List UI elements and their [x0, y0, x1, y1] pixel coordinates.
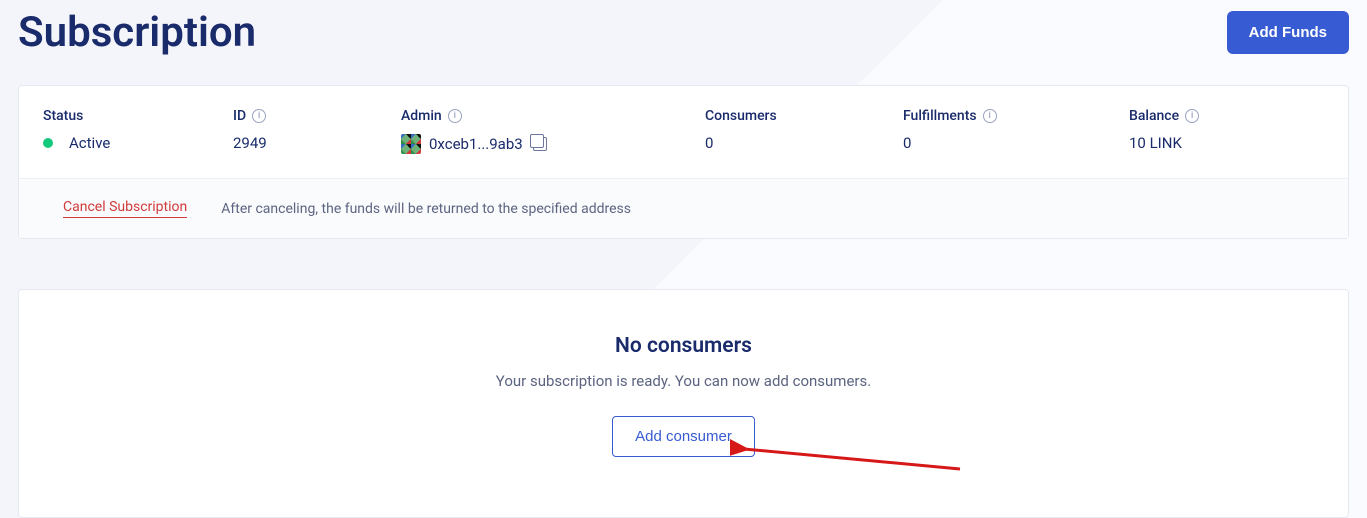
subscription-summary-card: Status Active ID i 2949 Admin: [18, 85, 1349, 239]
page-title: Subscription: [18, 8, 256, 57]
stat-balance-label: Balance: [1129, 108, 1179, 124]
stat-consumers-value: 0: [705, 134, 713, 152]
stat-fulfillments-value: 0: [903, 134, 911, 152]
status-dot-icon: [43, 138, 53, 148]
stat-admin: Admin i 0xceb1...9ab3: [401, 108, 705, 154]
stat-balance-value: 10 LINK: [1129, 134, 1182, 152]
add-consumer-button[interactable]: Add consumer: [612, 416, 755, 457]
info-icon[interactable]: i: [448, 109, 462, 123]
stat-status: Status Active: [43, 108, 233, 154]
stat-status-value: Active: [69, 134, 110, 152]
info-icon[interactable]: i: [252, 109, 266, 123]
stat-status-label: Status: [43, 108, 83, 124]
admin-identicon-icon: [401, 134, 421, 154]
stat-consumers-label: Consumers: [705, 108, 777, 124]
stat-id: ID i 2949: [233, 108, 401, 154]
stat-admin-value: 0xceb1...9ab3: [429, 135, 523, 153]
cancel-subscription-description: After canceling, the funds will be retur…: [221, 201, 631, 217]
stat-fulfillments: Fulfillments i 0: [903, 108, 1129, 154]
stat-fulfillments-label: Fulfillments: [903, 108, 977, 124]
stat-id-label: ID: [233, 108, 246, 124]
stat-id-value: 2949: [233, 134, 267, 152]
stat-consumers: Consumers 0: [705, 108, 903, 154]
info-icon[interactable]: i: [983, 109, 997, 123]
no-consumers-description: Your subscription is ready. You can now …: [39, 372, 1328, 390]
info-icon[interactable]: i: [1185, 109, 1199, 123]
no-consumers-title: No consumers: [39, 334, 1328, 358]
copy-icon[interactable]: [533, 137, 547, 151]
cancel-subscription-row: Cancel Subscription After canceling, the…: [19, 178, 1348, 238]
stat-balance: Balance i 10 LINK: [1129, 108, 1324, 154]
consumers-card: No consumers Your subscription is ready.…: [18, 289, 1349, 518]
cancel-subscription-link[interactable]: Cancel Subscription: [63, 199, 187, 218]
add-funds-button[interactable]: Add Funds: [1227, 11, 1349, 54]
stat-admin-label: Admin: [401, 108, 442, 124]
